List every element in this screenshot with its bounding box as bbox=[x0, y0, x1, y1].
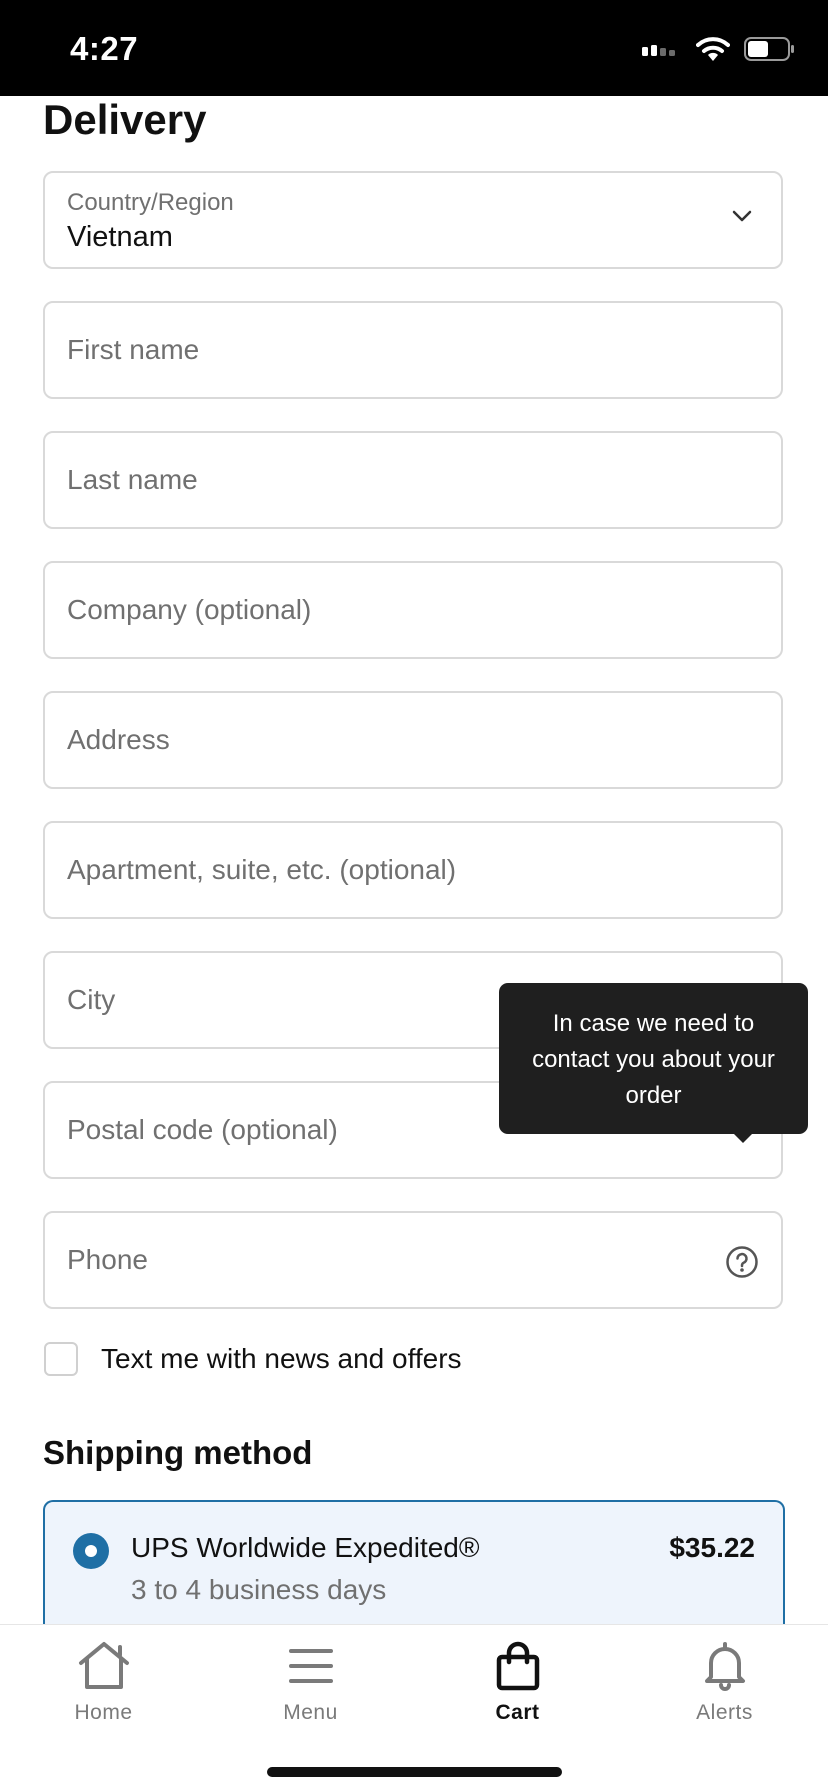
first-name-placeholder: First name bbox=[67, 334, 200, 365]
home-indicator bbox=[267, 1767, 562, 1777]
shipping-option-name: UPS Worldwide Expedited® bbox=[131, 1532, 480, 1563]
shipping-option-price: $35.22 bbox=[669, 1532, 755, 1563]
battery-icon bbox=[744, 37, 796, 66]
status-icons bbox=[642, 36, 796, 67]
shipping-method-title: Shipping method bbox=[43, 1434, 313, 1471]
delivery-title: Delivery bbox=[43, 96, 207, 143]
company-placeholder: Company (optional) bbox=[67, 594, 312, 625]
tab-menu-label: Menu bbox=[283, 1701, 338, 1724]
address-field[interactable]: Address bbox=[43, 691, 783, 789]
country-select-label: Country/Region bbox=[67, 189, 234, 216]
phone-placeholder: Phone bbox=[67, 1244, 148, 1275]
status-bar: 4:27 bbox=[0, 0, 828, 96]
shipping-option-days: 3 to 4 business days bbox=[131, 1574, 387, 1605]
tooltip-arrow bbox=[733, 1133, 753, 1143]
tab-alerts-label: Alerts bbox=[696, 1701, 753, 1724]
news-offers-checkbox[interactable] bbox=[44, 1342, 78, 1376]
shipping-radio-selected[interactable] bbox=[73, 1533, 109, 1569]
bell-icon bbox=[621, 1641, 828, 1691]
last-name-placeholder: Last name bbox=[67, 464, 198, 495]
menu-icon bbox=[207, 1641, 414, 1691]
address-placeholder: Address bbox=[67, 724, 170, 755]
country-select-value: Vietnam bbox=[67, 221, 173, 253]
status-time: 4:27 bbox=[70, 30, 139, 67]
postal-code-placeholder: Postal code (optional) bbox=[67, 1114, 338, 1145]
apartment-field[interactable]: Apartment, suite, etc. (optional) bbox=[43, 821, 783, 919]
tab-alerts[interactable]: Alerts bbox=[621, 1641, 828, 1725]
chevron-down-icon bbox=[731, 209, 753, 228]
last-name-field[interactable]: Last name bbox=[43, 431, 783, 529]
shipping-option-ups[interactable]: UPS Worldwide Expedited® 3 to 4 business… bbox=[43, 1500, 785, 1624]
shopping-bag-icon bbox=[414, 1641, 621, 1691]
tab-menu[interactable]: Menu bbox=[207, 1641, 414, 1725]
tab-cart-label: Cart bbox=[495, 1701, 540, 1724]
apartment-placeholder: Apartment, suite, etc. (optional) bbox=[67, 854, 457, 885]
phone-help-tooltip: In case we need to contact you about you… bbox=[499, 983, 808, 1134]
phone-field[interactable]: Phone bbox=[43, 1211, 783, 1309]
first-name-field[interactable]: First name bbox=[43, 301, 783, 399]
cellular-signal-icon bbox=[642, 42, 682, 61]
wifi-icon bbox=[696, 36, 730, 67]
home-icon bbox=[0, 1641, 207, 1691]
country-select[interactable]: Country/Region Vietnam bbox=[43, 171, 783, 269]
help-icon[interactable] bbox=[725, 1245, 759, 1284]
news-offers-label: Text me with news and offers bbox=[101, 1343, 462, 1374]
company-field[interactable]: Company (optional) bbox=[43, 561, 783, 659]
checkout-form: Delivery Country/Region Vietnam First na… bbox=[0, 96, 828, 1624]
city-placeholder: City bbox=[67, 984, 116, 1015]
news-offers-checkbox-row[interactable]: Text me with news and offers bbox=[44, 1342, 462, 1376]
tab-cart[interactable]: Cart bbox=[414, 1641, 621, 1725]
tab-home[interactable]: Home bbox=[0, 1641, 207, 1725]
tab-home-label: Home bbox=[74, 1701, 133, 1724]
